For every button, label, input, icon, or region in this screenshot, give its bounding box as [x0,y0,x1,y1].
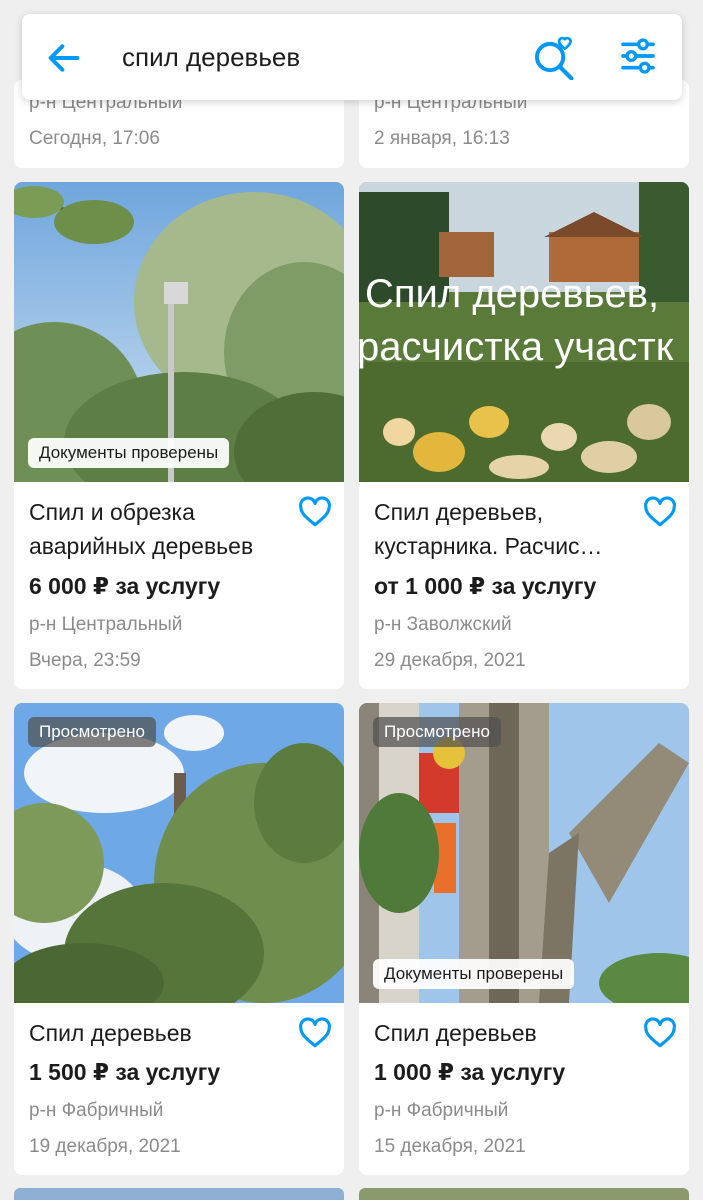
listing-photo[interactable]: Спил деревьев, расчистка участк [359,182,689,482]
card-price: 6 000 ₽ за услугу [29,573,221,599]
verified-badge: Документы проверены [28,438,230,468]
card-date: 29 декабря, 2021 [374,650,526,671]
heart-outline-icon[interactable] [298,1017,332,1049]
card-date: Сегодня, 17:06 [29,128,160,149]
card-title[interactable]: Спил и обрезка аварийных деревьев [29,495,294,563]
search-header: спил деревьев [22,14,682,100]
arrow-left-icon[interactable] [44,38,84,78]
card-district: р-н Центральный [29,614,183,635]
card-title[interactable]: Спил деревьев, кустарника. Расчис… [374,495,639,563]
card-district: р-н Фабричный [29,1100,164,1121]
listing-photo[interactable]: Документы проверены [14,182,344,482]
image-caption-line-1: Спил деревьев, [365,272,659,316]
card-district: р-н Фабричный [374,1100,509,1121]
card-date: 15 декабря, 2021 [374,1136,526,1157]
listing-card-partial[interactable] [14,1188,344,1200]
listing-photo[interactable]: Просмотрено Документы проверены [359,703,689,1003]
card-title[interactable]: Спил деревьев [374,1016,639,1050]
tree-photo [14,703,344,1003]
card-price: 1 000 ₽ за услугу [374,1059,566,1085]
search-query[interactable]: спил деревьев [122,42,300,73]
card-district: р-н Заволжский [374,614,512,635]
card-title[interactable]: Спил деревьев [29,1016,294,1050]
viewed-badge: Просмотрено [373,717,501,747]
logs-photo: Спил деревьев, расчистка участк [359,182,689,482]
viewed-badge: Просмотрено [28,717,156,747]
tree-photo [14,182,344,482]
listing-card-partial[interactable] [359,1188,689,1200]
listing-card[interactable]: Просмотрено Спил деревьев 1 500 ₽ за усл… [14,703,344,1175]
card-date: 2 января, 16:13 [374,128,510,149]
heart-outline-icon[interactable] [298,496,332,528]
arborist-photo [359,703,689,1003]
listing-card[interactable]: Просмотрено Документы проверены Спил дер… [359,703,689,1175]
listing-card[interactable]: Спил деревьев, расчистка участк Спил дер… [359,182,689,689]
sliders-icon[interactable] [618,36,658,76]
heart-outline-icon[interactable] [643,1017,677,1049]
listing-photo[interactable]: Просмотрено [14,703,344,1003]
search-heart-icon[interactable] [532,34,578,80]
listing-card[interactable]: Документы проверены Спил и обрезка авари… [14,182,344,689]
card-price: от 1 000 ₽ за услугу [374,573,597,599]
heart-outline-icon[interactable] [643,496,677,528]
verified-badge: Документы проверены [373,959,575,989]
card-price: 1 500 ₽ за услугу [29,1059,221,1085]
card-date: 19 декабря, 2021 [29,1136,181,1157]
image-caption-line-2: расчистка участк [359,325,674,369]
card-date: Вчера, 23:59 [29,650,141,671]
